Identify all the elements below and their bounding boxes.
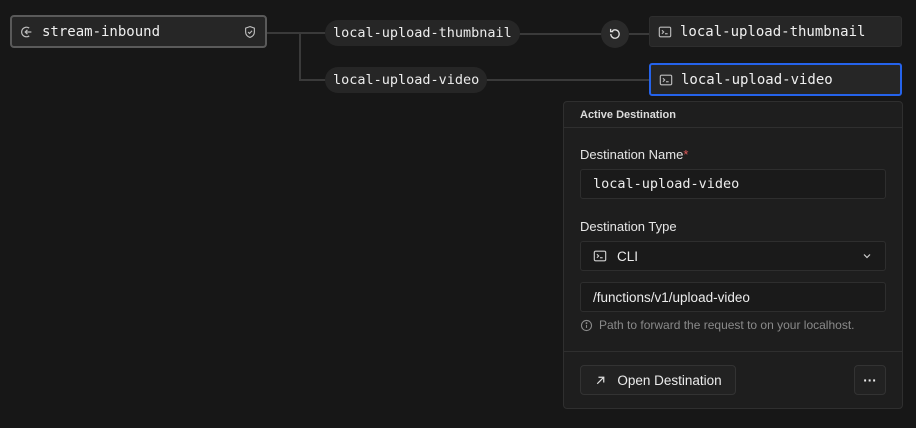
destination-name-label: Destination Name* [580,147,688,162]
connector-line [507,33,602,35]
destination-name-value: local-upload-video [593,176,740,192]
panel-footer: Open Destination ··· [564,351,902,408]
connection-pill-thumbnail[interactable]: local-upload-thumbnail [325,20,520,46]
destination-label: local-upload-video [681,71,833,88]
connector-line [299,79,327,81]
terminal-icon [593,249,607,263]
destination-node-video[interactable]: local-upload-video [649,63,902,96]
connection-label: local-upload-thumbnail [333,25,512,41]
source-node[interactable]: stream-inbound [10,15,267,48]
source-label: stream-inbound [42,23,161,40]
panel-title: Active Destination [580,108,676,121]
more-options-button[interactable]: ··· [854,365,886,395]
panel-header: Active Destination [564,102,902,128]
connector-line [267,32,327,34]
destination-name-label-text: Destination Name [580,147,684,162]
arrow-up-right-icon [594,374,607,387]
terminal-icon [658,25,672,39]
retry-icon [608,27,622,41]
terminal-icon [659,73,673,87]
destination-type-value: CLI [617,248,639,264]
shield-check-icon [243,25,257,39]
connection-label: local-upload-video [333,72,480,88]
destination-label: local-upload-thumbnail [680,23,866,40]
destination-name-input[interactable]: local-upload-video [580,169,886,199]
open-destination-button[interactable]: Open Destination [580,365,736,395]
retry-button[interactable] [601,20,629,48]
destination-type-select[interactable]: CLI [580,241,886,271]
path-hint: Path to forward the request to on your l… [580,318,854,332]
connector-line [299,32,301,80]
inbound-icon [20,25,34,39]
path-value: /functions/v1/upload-video [593,289,750,305]
info-icon [580,319,593,332]
required-mark: * [683,147,689,162]
destination-type-label: Destination Type [580,219,677,234]
path-hint-text: Path to forward the request to on your l… [599,318,855,332]
connection-pill-video[interactable]: local-upload-video [325,67,488,93]
connector-line [479,79,651,81]
open-destination-label: Open Destination [617,372,722,388]
active-destination-panel: Active Destination Destination Name* loc… [563,101,903,409]
path-input[interactable]: /functions/v1/upload-video [580,282,886,312]
destination-node-thumbnail[interactable]: local-upload-thumbnail [649,16,902,47]
more-options-icon: ··· [863,372,877,388]
chevron-down-icon [861,250,873,262]
connector-line [629,33,651,35]
